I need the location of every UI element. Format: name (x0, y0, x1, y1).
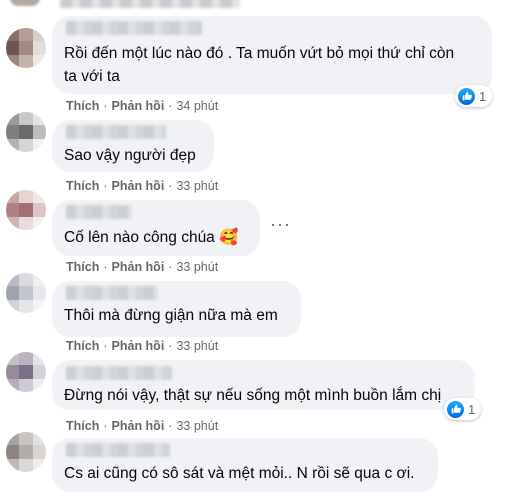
like-link[interactable]: Thích (66, 179, 99, 193)
name-blur-fragment (60, 0, 240, 8)
comment-text-line: ta với ta (64, 68, 120, 85)
comment-item: Cố lên nào công chúa 🥰 ··· Thích · Phản hồ… (0, 190, 515, 276)
comment-bubble: Sao vậy người đẹp (52, 120, 214, 172)
comment-bubble: Thôi mà đừng giận nữa mà em (52, 281, 301, 337)
previous-comment-fragment (0, 0, 515, 14)
comment-item: Đừng nói vậy, thật sự nếu sống một mình … (0, 352, 515, 436)
comment-actions: Thích · Phản hồi · 33 phút (66, 260, 219, 274)
reply-link[interactable]: Phản hồi (112, 260, 165, 274)
commenter-name-blurred[interactable] (66, 366, 172, 380)
avatar[interactable] (6, 190, 46, 230)
commenter-name-blurred[interactable] (66, 205, 132, 219)
commenter-name-blurred[interactable] (66, 286, 158, 300)
reply-link[interactable]: Phản hồi (112, 99, 165, 113)
comment-bubble: Cố lên nào công chúa 🥰 (52, 200, 260, 256)
comment-time[interactable]: 33 phút (176, 419, 218, 433)
commenter-name-blurred[interactable] (66, 125, 166, 139)
commenter-name-blurred[interactable] (66, 443, 170, 457)
comment-bubble: Cs ai cũng có sô sát và mệt mỏi.. N rồi … (52, 438, 438, 492)
comment-text-line: Đừng nói vậy, thật sự nếu sống một mình … (64, 387, 442, 404)
commenter-name-blurred[interactable] (66, 21, 202, 35)
avatar[interactable] (6, 28, 46, 68)
comment-item: Thôi mà đừng giận nữa mà em Thích · Phản h… (0, 273, 515, 357)
comment-item: Sao vậy người đẹp Thích · Phản hồi · 33 phút (0, 112, 515, 196)
comment-item: Cs ai cũng có sô sát và mệt mỏi.. N rồi … (0, 432, 515, 498)
reply-link[interactable]: Phản hồi (112, 419, 165, 433)
reply-link[interactable]: Phản hồi (112, 339, 165, 353)
comment-time[interactable]: 33 phút (176, 260, 218, 274)
like-link[interactable]: Thích (66, 99, 99, 113)
reaction-badge[interactable]: 1 (455, 85, 493, 107)
comment-text-line: Thôi mà đừng giận nữa mà em (64, 307, 278, 324)
comment-text-line: Cs ai cũng có sô sát và mệt mỏi.. N rồi … (64, 465, 415, 482)
comment-bubble: Đừng nói vậy, thật sự nếu sống một mình … (52, 360, 475, 410)
like-link[interactable]: Thích (66, 339, 99, 353)
comment-text-line: Sao vậy người đẹp (64, 147, 196, 164)
reaction-count: 1 (479, 88, 487, 104)
like-reaction-icon (447, 400, 464, 418)
like-link[interactable]: Thích (66, 419, 99, 433)
comment-bubble: Rồi đến một lúc nào đó . Ta muốn vứt bỏ … (52, 16, 492, 94)
comment-actions: Thích · Phản hồi · 34 phút (66, 99, 219, 113)
comment-text-line: Cố lên nào công chúa 🥰 (64, 229, 239, 246)
avatar[interactable] (6, 112, 46, 152)
like-link[interactable]: Thích (66, 260, 99, 274)
comment-text-line: Rồi đến một lúc nào đó . Ta muốn vứt bỏ … (64, 45, 455, 62)
like-reaction-icon (458, 87, 475, 105)
comment-actions: Thích · Phản hồi · 33 phút (66, 419, 219, 433)
comment-actions: Thích · Phản hồi · 33 phút (66, 339, 219, 353)
comment-actions: Thích · Phản hồi · 33 phút (66, 179, 219, 193)
avatar[interactable] (6, 352, 46, 392)
reaction-badge[interactable]: 1 (444, 398, 482, 420)
comment-time[interactable]: 33 phút (176, 339, 218, 353)
reply-link[interactable]: Phản hồi (112, 179, 165, 193)
more-options-button[interactable]: ··· (270, 214, 291, 235)
comment-time[interactable]: 33 phút (176, 179, 218, 193)
avatar[interactable] (6, 273, 46, 313)
comment-item: Rồi đến một lúc nào đó . Ta muốn vứt bỏ … (0, 16, 515, 116)
comment-time[interactable]: 34 phút (176, 99, 218, 113)
reaction-count: 1 (468, 401, 476, 417)
avatar-fragment (10, 0, 40, 6)
avatar[interactable] (6, 432, 46, 472)
